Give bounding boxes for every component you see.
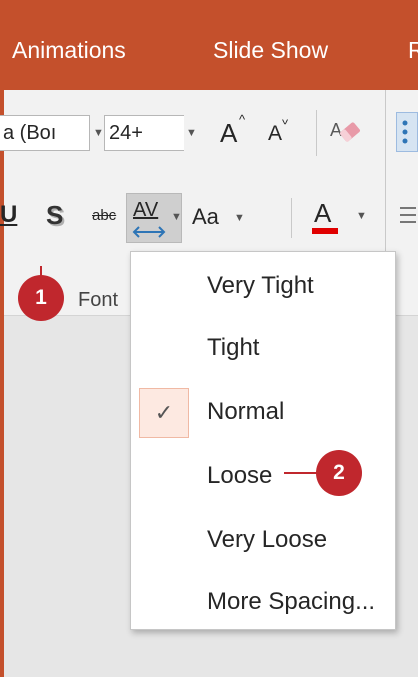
menu-item-very-tight[interactable]: Very Tight xyxy=(207,272,314,300)
menu-item-more-spacing[interactable]: More Spacing... xyxy=(207,588,375,616)
separator xyxy=(291,198,292,238)
check-icon: ✓ xyxy=(139,388,189,438)
dropdown-arrow-icon: ▼ xyxy=(356,210,367,222)
tab-animations[interactable]: Animations xyxy=(12,37,126,64)
font-color-bar xyxy=(312,228,338,234)
change-case-button[interactable]: Aa ▼ xyxy=(190,198,254,238)
bullets-icon xyxy=(402,120,408,144)
menu-item-loose[interactable]: Loose xyxy=(207,462,272,490)
bullets-button[interactable] xyxy=(396,112,418,152)
font-color-button[interactable]: A ▼ xyxy=(310,196,374,240)
align-icon[interactable] xyxy=(398,202,418,232)
font-size-dropdown-arrow-icon[interactable]: ▼ xyxy=(186,127,197,139)
underline-button[interactable]: U xyxy=(0,201,17,229)
svg-text:A: A xyxy=(330,120,342,140)
strikethrough-button[interactable]: abc xyxy=(92,207,116,224)
font-size-combo[interactable]: 24+ xyxy=(104,115,184,151)
clear-formatting-button[interactable]: A xyxy=(326,112,370,152)
tab-slide-show[interactable]: Slide Show xyxy=(213,37,328,64)
eraser-icon: A xyxy=(330,120,360,142)
down-caret-icon: ^ xyxy=(282,112,289,127)
separator xyxy=(316,110,317,156)
font-name-combo[interactable]: a (Boı xyxy=(0,115,90,151)
font-name-dropdown-arrow-icon[interactable]: ▼ xyxy=(93,127,104,139)
callout-2-line xyxy=(284,472,318,474)
menu-item-very-loose[interactable]: Very Loose xyxy=(207,526,327,554)
spacing-arrow-icon xyxy=(132,226,166,238)
menu-item-normal[interactable]: Normal xyxy=(207,398,284,426)
character-spacing-menu: Very Tight Tight ✓ Normal Loose Very Loo… xyxy=(130,251,396,630)
grow-font-button[interactable]: A ^ xyxy=(218,112,256,152)
tab-next[interactable]: R xyxy=(408,37,418,64)
dropdown-arrow-icon: ▼ xyxy=(234,212,245,224)
font-group-label: Font xyxy=(78,289,119,311)
shrink-font-button[interactable]: A ^ xyxy=(264,112,302,152)
character-spacing-button[interactable]: AV ▼ xyxy=(126,193,182,243)
font-size-value: 24+ xyxy=(109,122,143,144)
callout-2: 2 xyxy=(316,450,362,496)
powerpoint-window: Animations Slide Show R a (Boı ▼ 24+ ▼ A… xyxy=(0,0,418,677)
ribbon-tab-bar: Animations Slide Show R xyxy=(4,0,418,90)
callout-1: 1 xyxy=(18,275,64,321)
dropdown-arrow-icon: ▼ xyxy=(171,211,182,223)
menu-item-tight[interactable]: Tight xyxy=(207,334,259,362)
font-name-value: a (Boı xyxy=(3,122,57,144)
up-caret-icon: ^ xyxy=(239,112,246,127)
text-shadow-button[interactable]: S xyxy=(46,200,63,231)
